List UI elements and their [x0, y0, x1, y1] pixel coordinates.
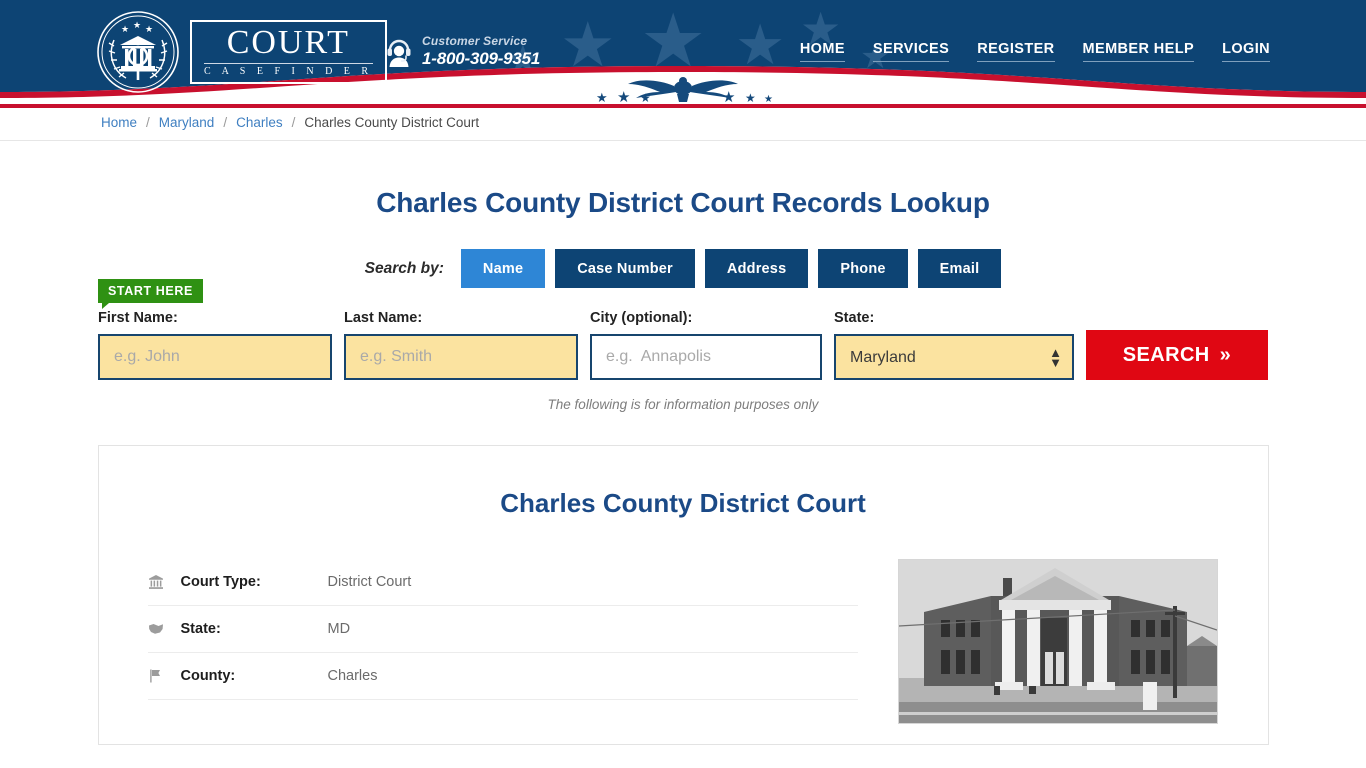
- search-button-label: SEARCH: [1122, 343, 1210, 366]
- chevron-right-double-icon: »: [1219, 343, 1232, 366]
- breadcrumb-item-maryland[interactable]: Maryland: [159, 115, 215, 130]
- svg-text:★: ★: [121, 25, 129, 35]
- breadcrumb-bar: Home / Maryland / Charles / Charles Coun…: [0, 104, 1366, 141]
- breadcrumb-item-home[interactable]: Home: [101, 115, 137, 130]
- header-eagle-emblem-icon: ★ ★ ★ ★ ★ ★: [596, 77, 773, 104]
- city-input[interactable]: [590, 334, 822, 380]
- court-name-heading: Charles County District Court: [500, 488, 866, 518]
- breadcrumb-separator: /: [291, 114, 296, 130]
- court-details-table: Court Type: District Court State: MD Cou…: [147, 559, 858, 724]
- svg-text:★: ★: [133, 21, 141, 31]
- search-by-label: Search by:: [364, 259, 444, 277]
- state-row-label: State:: [180, 621, 221, 637]
- svg-text:★: ★: [596, 91, 608, 104]
- court-details-card: Charles County District Court Court Type…: [97, 445, 1269, 745]
- state-field-group: State: Maryland ▲ ▼: [834, 310, 1074, 380]
- nav-item-services[interactable]: SERVICES: [872, 41, 950, 62]
- start-here-badge: START HERE: [98, 279, 203, 309]
- nav-item-register[interactable]: REGISTER: [977, 41, 1055, 62]
- disclaimer-text: The following is for information purpose…: [547, 397, 819, 412]
- tab-email[interactable]: Email: [917, 249, 1002, 288]
- last-name-label: Last Name:: [344, 310, 423, 326]
- svg-text:★: ★: [745, 91, 756, 104]
- county-label: County:: [180, 668, 236, 684]
- svg-text:★: ★: [617, 88, 630, 104]
- court-type-value: District Court: [327, 574, 412, 590]
- svg-text:★: ★: [640, 91, 651, 104]
- svg-text:★: ★: [145, 25, 153, 35]
- logo-word: COURT: [226, 24, 350, 61]
- header-red-rule: [0, 104, 1366, 108]
- first-name-label: First Name:: [98, 310, 178, 326]
- bank-building-icon: [148, 574, 181, 590]
- courthouse-photo: [897, 559, 1218, 724]
- main-navigation: HOME SERVICES REGISTER MEMBER HELP LOGIN: [799, 41, 1270, 62]
- state-row-value: MD: [327, 621, 351, 637]
- nav-item-login[interactable]: LOGIN: [1222, 41, 1270, 62]
- city-field-group: City (optional):: [590, 310, 822, 380]
- first-name-field-group: First Name:: [98, 310, 332, 380]
- search-button[interactable]: SEARCH »: [1086, 330, 1268, 380]
- table-row: Court Type: District Court: [147, 559, 858, 606]
- map-state-icon: [148, 621, 181, 637]
- search-form: START HERE First Name: Last Name: City (…: [98, 279, 1268, 380]
- svg-text:★: ★: [722, 88, 735, 104]
- main-content: Charles County District Court Records Lo…: [0, 187, 1366, 745]
- breadcrumb-item-current: Charles County District Court: [304, 114, 480, 130]
- tab-name[interactable]: Name: [460, 249, 546, 288]
- tab-phone[interactable]: Phone: [818, 249, 908, 288]
- court-type-label: Court Type:: [180, 574, 261, 590]
- breadcrumb-item-charles[interactable]: Charles: [236, 115, 283, 130]
- nav-item-member-help[interactable]: MEMBER HELP: [1082, 41, 1195, 62]
- county-value: Charles: [327, 668, 378, 684]
- search-by-tabs: Search by: Name Case Number Address Phon…: [0, 249, 1366, 288]
- page-title: Charles County District Court Records Lo…: [376, 187, 990, 218]
- svg-text:★: ★: [764, 94, 773, 104]
- site-header: ★ ★ ★ ★ ★ ★ ★ ★ ★ ★ ★ ★ ★ ★ ★ COURT C A …: [0, 0, 1366, 104]
- state-label: State:: [834, 310, 875, 326]
- last-name-input[interactable]: [344, 334, 578, 380]
- breadcrumb-separator: /: [223, 114, 228, 130]
- court-card-body: Court Type: District Court State: MD Cou…: [99, 559, 1268, 724]
- tab-address[interactable]: Address: [704, 249, 809, 288]
- flag-icon: [148, 668, 181, 684]
- city-label: City (optional):: [590, 310, 693, 326]
- table-row: State: MD: [147, 606, 858, 653]
- tab-case-number[interactable]: Case Number: [555, 249, 695, 288]
- state-select[interactable]: Maryland: [834, 334, 1074, 380]
- nav-item-home[interactable]: HOME: [799, 41, 845, 62]
- first-name-input[interactable]: [98, 334, 332, 380]
- last-name-field-group: Last Name:: [344, 310, 578, 380]
- table-row: County: Charles: [147, 653, 858, 700]
- customer-service-label: Customer Service: [422, 34, 528, 48]
- breadcrumb: Home / Maryland / Charles / Charles Coun…: [101, 115, 479, 130]
- breadcrumb-separator: /: [146, 114, 150, 130]
